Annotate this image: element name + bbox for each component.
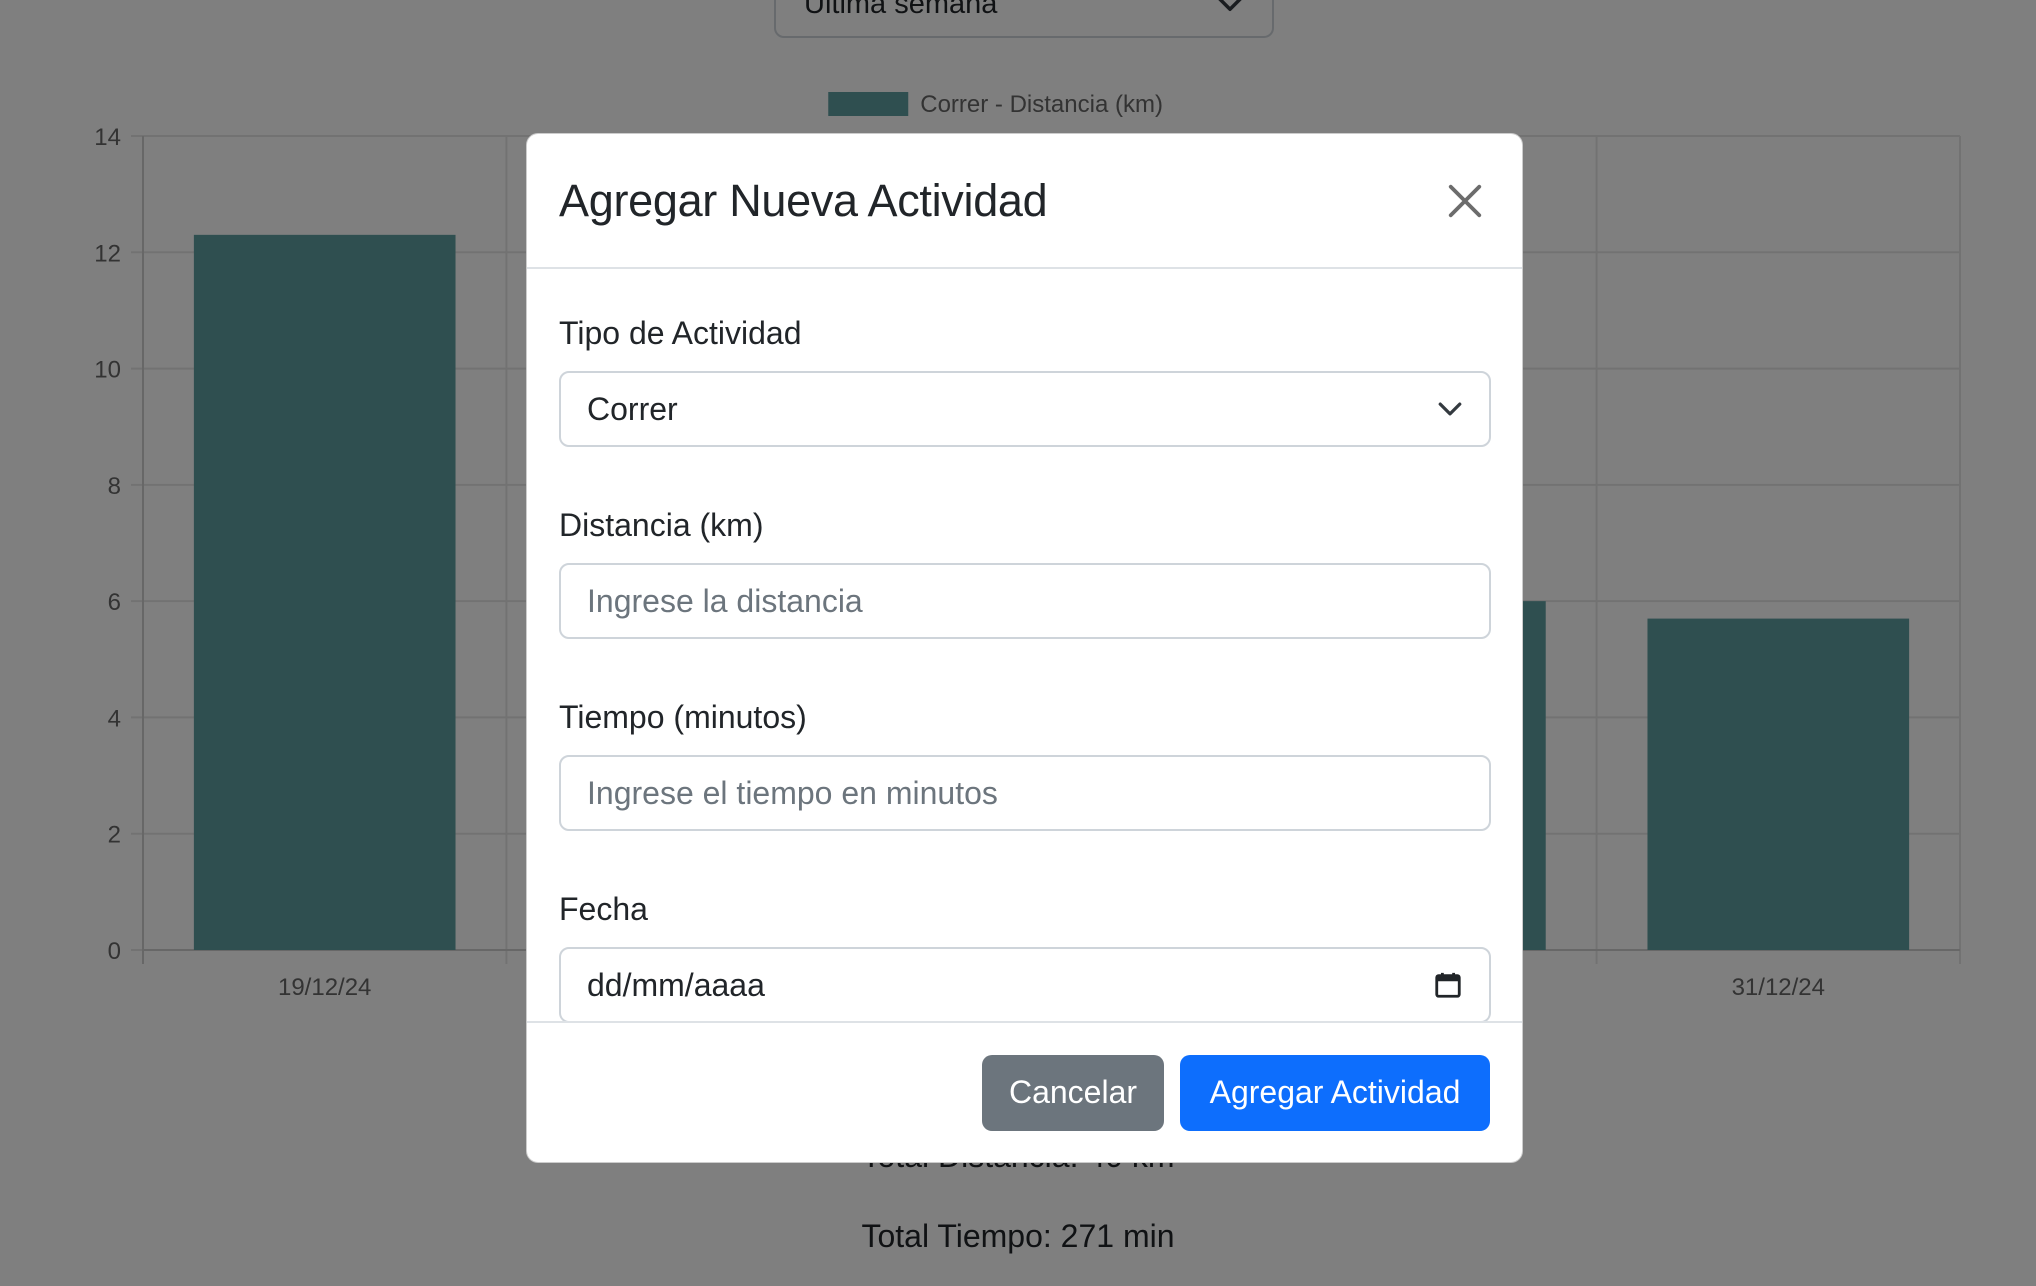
time-placeholder: Ingrese el tiempo en minutos	[587, 774, 998, 811]
modal-header: Agregar Nueva Actividad	[527, 134, 1522, 269]
date-placeholder: dd/mm/aaaa	[587, 966, 765, 1003]
modal-footer: Cancelar Agregar Actividad	[527, 1021, 1522, 1162]
cancel-button[interactable]: Cancelar	[982, 1054, 1164, 1131]
distance-placeholder: Ingrese la distancia	[587, 582, 863, 619]
activity-type-field: Tipo de Actividad Correr	[559, 305, 1491, 447]
add-activity-modal: Agregar Nueva Actividad Tipo de Activida…	[526, 133, 1523, 1163]
chevron-down-icon	[1438, 402, 1462, 416]
activity-type-label: Tipo de Actividad	[559, 315, 802, 351]
date-field: Fecha dd/mm/aaaa	[559, 881, 1491, 1023]
time-input[interactable]: Ingrese el tiempo en minutos	[559, 755, 1491, 831]
modal-title: Agregar Nueva Actividad	[559, 174, 1048, 226]
distance-label: Distancia (km)	[559, 507, 764, 543]
calendar-icon[interactable]	[1433, 970, 1463, 1000]
time-label: Tiempo (minutos)	[559, 699, 807, 735]
activity-type-select[interactable]: Correr	[559, 371, 1491, 447]
close-icon	[1448, 184, 1482, 217]
distance-input[interactable]: Ingrese la distancia	[559, 563, 1491, 639]
page: Última semana Correr - Distancia (km) 02…	[0, 0, 2036, 1286]
date-input[interactable]: dd/mm/aaaa	[559, 947, 1491, 1023]
activity-type-value: Correr	[587, 390, 678, 427]
close-button[interactable]	[1438, 174, 1492, 228]
add-activity-button[interactable]: Agregar Actividad	[1180, 1054, 1490, 1131]
distance-field: Distancia (km) Ingrese la distancia	[559, 497, 1491, 639]
time-field: Tiempo (minutos) Ingrese el tiempo en mi…	[559, 689, 1491, 831]
date-label: Fecha	[559, 891, 648, 927]
